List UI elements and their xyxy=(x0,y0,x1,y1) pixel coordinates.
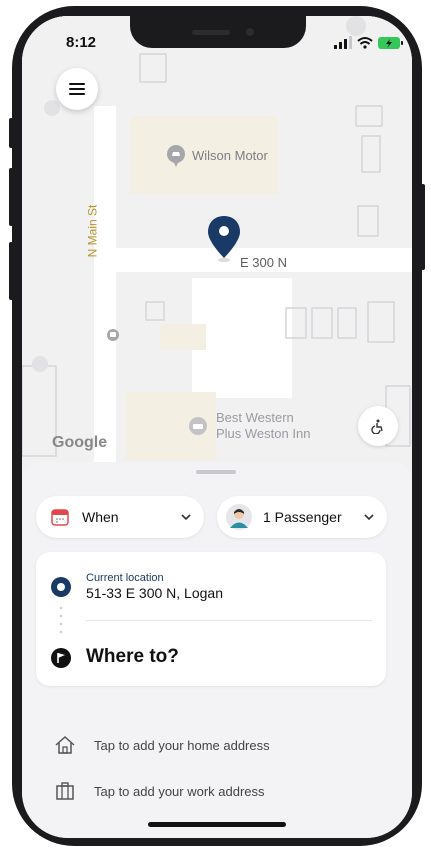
work-address-shortcut[interactable]: Tap to add your work address xyxy=(36,774,386,808)
card-divider xyxy=(86,620,372,621)
when-selector[interactable]: When xyxy=(36,496,204,538)
street-label-n-main-st: N Main St xyxy=(85,204,100,258)
chevron-down-icon xyxy=(181,514,191,521)
home-indicator[interactable] xyxy=(148,822,286,827)
battery-icon xyxy=(378,37,403,49)
status-icons xyxy=(334,36,403,49)
poi-label-best-western[interactable]: Best Western xyxy=(216,410,294,425)
briefcase-icon xyxy=(56,782,74,800)
route-connector xyxy=(59,606,63,634)
trip-card: Current location 51-33 E 300 N, Logan Wh… xyxy=(36,552,386,686)
passenger-selector[interactable]: 1 Passenger xyxy=(217,496,387,538)
hotel-icon[interactable] xyxy=(188,416,208,438)
wheelchair-icon xyxy=(371,419,383,434)
hamburger-icon xyxy=(69,83,85,95)
location-pin-icon[interactable] xyxy=(206,214,242,262)
poi-label-best-western-sub[interactable]: Plus Weston Inn xyxy=(216,426,310,441)
device-notch xyxy=(130,16,306,48)
current-location-label: Current location xyxy=(86,572,164,584)
origin-dot-icon xyxy=(51,577,71,597)
work-address-label: Tap to add your work address xyxy=(94,783,265,799)
google-attribution: Google xyxy=(52,434,108,451)
side-button-volume-down xyxy=(9,242,13,300)
home-address-label: Tap to add your home address xyxy=(94,737,270,753)
street-label-e-300-n: E 300 N xyxy=(240,255,287,270)
when-label: When xyxy=(82,509,119,525)
accessibility-button[interactable] xyxy=(358,406,398,446)
side-button-power xyxy=(421,184,425,270)
side-button-action xyxy=(9,118,13,148)
destination-input[interactable]: Where to? xyxy=(86,646,179,668)
chevron-down-icon xyxy=(364,514,374,521)
status-time: 8:12 xyxy=(66,34,97,51)
current-location-address[interactable]: 51-33 E 300 N, Logan xyxy=(86,585,223,601)
poi-label-wilson-motor[interactable]: Wilson Motor xyxy=(192,148,268,163)
wifi-icon xyxy=(357,37,373,49)
passenger-label: 1 Passenger xyxy=(263,509,342,525)
calendar-icon xyxy=(51,509,69,526)
person-avatar-icon xyxy=(226,504,252,530)
signal-icon xyxy=(334,36,352,49)
home-icon xyxy=(55,735,75,754)
booking-sheet: When 1 Passenger Current location 51-33 … xyxy=(22,462,412,838)
side-button-volume-up xyxy=(9,168,13,226)
home-address-shortcut[interactable]: Tap to add your home address xyxy=(36,728,386,762)
transit-icon[interactable] xyxy=(106,328,120,342)
menu-button[interactable] xyxy=(56,68,98,110)
flag-icon xyxy=(51,648,71,668)
car-dealer-icon[interactable] xyxy=(166,144,186,168)
app-screen: Wilson Motor N Main St E 300 N Best West… xyxy=(22,16,412,838)
sheet-grabber[interactable] xyxy=(196,470,236,474)
